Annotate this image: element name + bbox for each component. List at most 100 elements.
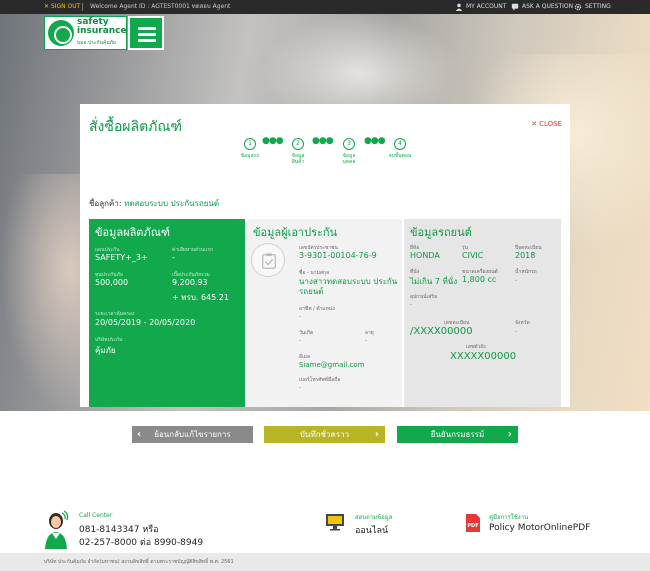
hamburger-icon — [138, 33, 156, 36]
deductible-value: - — [172, 253, 175, 262]
chassis-label: เลขตัวถัง — [466, 344, 486, 350]
step-1-circle[interactable]: 1 — [244, 138, 256, 150]
age-label: อายุ — [365, 330, 374, 336]
compulsory-value: + พรบ. 645.21 — [172, 293, 229, 302]
step-3-circle[interactable]: 3 — [343, 138, 355, 150]
product-panel: ข้อมูลผลิตภัณฑ์ แผนประกัน SAFETY+_3+ ค่า… — [89, 219, 245, 407]
call-center-label: Call Center — [79, 512, 113, 519]
detail-panels: ข้อมูลผลิตภัณฑ์ แผนประกัน SAFETY+_3+ ค่า… — [89, 219, 561, 407]
step-4-label: จบขั้นตอน — [385, 153, 415, 159]
logo-emblem-icon — [48, 20, 74, 46]
customer-label: ชื่อลูกค้า: — [89, 199, 122, 208]
company-label: บริษัทประกัน — [95, 337, 123, 343]
insured-panel: ข้อมูลผู้เอาประกัน เลขบัตรประชาชน 3-9301… — [247, 219, 402, 407]
birthdate-value: - — [299, 337, 302, 344]
plan-value: SAFETY+_3+ — [95, 253, 148, 262]
email-label: อีเมล — [299, 354, 311, 360]
customer-name-row: ชื่อลูกค้า: ทดสอบระบบ ประกันรถยนต์ — [89, 197, 219, 210]
safety-insurance-logo[interactable]: safety insurance บมจ.ประกันคุ้มภัย — [44, 16, 127, 50]
monitor-chat-icon[interactable] — [325, 513, 345, 531]
back-edit-button[interactable]: ‹ ย้อนกลับแก้ไขรายการ — [132, 426, 253, 443]
welcome-text: Welcome Agent ID : AGTEST0001 ทดสอบ Agen… — [90, 3, 231, 10]
province-value: - — [515, 328, 518, 335]
age-value: - — [365, 337, 368, 344]
call-center-phone-1[interactable]: 081-8143347 หรือ — [79, 522, 159, 536]
step-3-label-line2: บุคคล — [342, 159, 356, 165]
close-label: CLOSE — [539, 120, 562, 128]
divider — [82, 3, 83, 11]
accessories-value: - — [410, 301, 413, 308]
chevron-right-icon: › — [374, 429, 379, 440]
sign-out-label: SIGN OUT — [50, 3, 81, 10]
setting-label: SETTING — [585, 3, 611, 10]
ask-question-link[interactable]: ASK A QUESTION — [511, 0, 573, 14]
customer-value: ทดสอบระบบ ประกันรถยนต์ — [124, 199, 220, 208]
deductible-label: ค่าเสียหายส่วนแรก — [172, 247, 214, 253]
gear-icon — [574, 3, 582, 11]
user-icon — [455, 3, 463, 11]
back-edit-label: ย้อนกลับแก้ไขรายการ — [154, 430, 231, 439]
seats-value: ไม่เกิน 7 ที่นั่ง — [410, 277, 458, 286]
setting-link[interactable]: SETTING — [574, 0, 611, 14]
svg-text:PDF: PDF — [467, 523, 478, 529]
my-account-label: MY ACCOUNT — [466, 3, 507, 10]
logo-subtitle: บมจ.ประกันคุ้มภัย — [77, 40, 116, 46]
engine-size-value: 1,800 cc — [462, 275, 497, 284]
period-label: ระยะเวลาคุ้มครอง — [95, 311, 135, 317]
close-icon: ✕ — [531, 120, 538, 128]
manual-label: คู่มือการใช้งาน — [489, 514, 529, 521]
province-label: จังหวัด — [515, 320, 530, 326]
online-inquiry-link[interactable]: ออนไลน์ — [355, 523, 388, 537]
confirm-policy-label: ยืนยันกรมธรรม์ — [430, 430, 485, 439]
top-bar: ✕ SIGN OUT Welcome Agent ID : AGTEST0001… — [0, 0, 650, 14]
brand-value: HONDA — [410, 251, 440, 260]
mobile-value: - — [299, 384, 302, 391]
call-center-agent-icon — [45, 510, 69, 549]
reg-year-value: 2018 — [515, 251, 536, 260]
fullname-label: ชื่อ - นามสกุล — [299, 270, 330, 276]
pdf-icon[interactable]: PDF — [465, 513, 481, 533]
step-connector: ●●● — [262, 136, 284, 146]
save-draft-label: บันทึกชั่วคราว — [299, 430, 350, 439]
step-connector: ●●● — [364, 136, 386, 146]
copyright-bar: บริษัท ประกันคุ้มภัย จำกัด(มหาชน) สงวนลิ… — [0, 553, 650, 571]
hamburger-menu-button[interactable] — [128, 16, 164, 50]
accessories-label: อุปกรณ์เสริม — [410, 294, 438, 300]
step-2-label-line2: สินค้า — [291, 159, 305, 165]
vehicle-panel: ข้อมูลรถยนต์ ยี่ห้อ HONDA รุ่น CIVIC ปีจ… — [404, 219, 561, 407]
call-center-phone-2[interactable]: 02-257-8000 ต่อ 8990-8949 — [79, 535, 203, 549]
my-account-link[interactable]: MY ACCOUNT — [455, 0, 506, 14]
manual-pdf-link[interactable]: Policy MotorOnlinePDF — [489, 523, 590, 533]
company-value: คุ้มภัย — [95, 346, 116, 355]
step-2-label: ข้อมูล สินค้า — [283, 153, 313, 165]
hamburger-icon — [138, 39, 156, 42]
document-placeholder — [251, 243, 285, 277]
occupation-label: อาชีพ / ตำแหน่ง — [299, 306, 335, 312]
close-button[interactable]: ✕ CLOSE — [531, 120, 562, 128]
insured-heading: ข้อมูลผู้เอาประกัน — [253, 226, 338, 239]
fullname-value: นางสาวทดสอบระบบ ประกันรถยนต์ — [299, 277, 398, 296]
sum-insured-value: 500,000 — [95, 278, 129, 287]
save-draft-button[interactable]: บันทึกชั่วคราว › — [264, 426, 385, 443]
logo-brand: safety insurance — [77, 18, 127, 36]
weight-label: น้ำหนักรถ — [515, 269, 537, 275]
checklist-icon — [262, 253, 276, 269]
mobile-label: เบอร์โทรศัพท์มือถือ — [299, 377, 341, 383]
step-3-label: ข้อมูล บุคคล — [334, 153, 364, 165]
page-title: สั่งซื้อผลิตภัณฑ์ — [89, 119, 183, 135]
step-connector: ●●● — [312, 136, 334, 146]
chassis-value: XXXXX00000 — [450, 351, 517, 362]
progress-steps: 1 ●●● 2 ●●● 3 ●●● 4 ข้อมูลรถ ข้อมูล สินค… — [240, 136, 420, 178]
step-4-label-line1: จบขั้นตอน — [388, 153, 412, 159]
logo-brand-line2: insurance — [77, 26, 127, 36]
step-2-circle[interactable]: 2 — [292, 138, 304, 150]
birthdate-label: วันเกิด — [299, 330, 314, 336]
model-value: CIVIC — [462, 251, 484, 260]
occupation-value: - — [299, 313, 302, 320]
step-1-label: ข้อมูลรถ — [235, 153, 265, 159]
step-4-circle[interactable]: 4 — [394, 138, 406, 150]
chat-icon — [511, 3, 519, 11]
email-value: Siame@gmail.com — [299, 361, 365, 369]
sign-out-link[interactable]: ✕ SIGN OUT — [44, 0, 80, 14]
confirm-policy-button[interactable]: ยืนยันกรมธรรม์ › — [397, 426, 518, 443]
